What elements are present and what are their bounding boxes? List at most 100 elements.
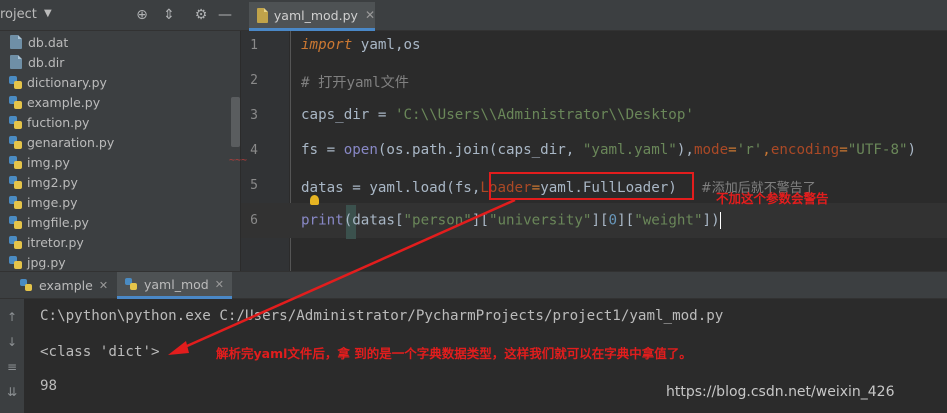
code-token: fs =	[301, 142, 344, 158]
run-tab-bar: example ✕ yaml_mod ✕	[0, 272, 947, 299]
text-caret	[719, 212, 721, 229]
file-item-db-dat[interactable]: db.dat	[8, 32, 68, 52]
locate-target-icon[interactable]: ⊕	[133, 6, 151, 24]
code-editor[interactable]: ~~~ 1 2 3 4 5 6 import yaml,os # 打开yaml文…	[229, 31, 947, 271]
builtin-token: print	[301, 212, 344, 229]
code-token: (os.path.join(caps_dir,	[377, 142, 583, 158]
soft-wrap-icon[interactable]: ≡	[4, 359, 20, 375]
line-number: 5	[250, 178, 258, 193]
file-name: img2.py	[27, 174, 78, 190]
file-item-img2[interactable]: img2.py	[8, 172, 78, 192]
code-token: ][	[591, 212, 609, 229]
tab-label: yaml_mod.py	[273, 7, 358, 23]
file-name: img.py	[27, 154, 70, 170]
line-number: 1	[250, 38, 258, 53]
string-token: "weight"	[634, 212, 703, 229]
code-token: ,	[762, 142, 771, 158]
run-tab-yaml-mod[interactable]: yaml_mod ✕	[117, 272, 232, 299]
collapse-all-icon[interactable]: ⇕	[160, 6, 178, 24]
code-line-1[interactable]: import yaml,os	[301, 37, 421, 53]
file-icon	[10, 35, 22, 49]
line-number: 3	[250, 108, 258, 123]
python-file-icon	[8, 175, 23, 190]
python-file-icon	[8, 155, 23, 170]
line-number: 4	[250, 143, 258, 158]
sidebar-scrollbar[interactable]	[231, 97, 240, 147]
string-token: "university"	[488, 212, 592, 229]
python-file-icon	[20, 279, 33, 292]
param-token: encoding	[770, 142, 840, 158]
code-line-6[interactable]: print(datas["person"]["university"][0]["…	[301, 212, 721, 229]
code-token: =	[839, 142, 848, 158]
close-icon[interactable]: ✕	[99, 279, 108, 292]
file-item-itretor[interactable]: itretor.py	[8, 232, 84, 252]
string-token: 'C:\\Users\\Administrator\\Desktop'	[394, 107, 694, 123]
code-token: ][	[471, 212, 489, 229]
python-file-icon	[8, 75, 23, 90]
file-item-genaration[interactable]: genaration.py	[8, 132, 114, 152]
code-token: =	[369, 107, 395, 123]
keyword-token: import	[301, 37, 353, 53]
run-toolbar: ↑ ↓ ≡ ⇊	[0, 299, 24, 413]
run-tab-label: example	[39, 278, 93, 293]
annotation-note-editor: 不加这个参数会警告	[716, 191, 829, 206]
lightbulb-icon[interactable]	[310, 195, 319, 205]
code-token: (fs,	[446, 180, 481, 196]
code-token: yaml,os	[352, 37, 421, 53]
file-name: db.dir	[28, 54, 65, 70]
hide-panel-icon[interactable]: —	[216, 6, 234, 24]
code-token: ][	[617, 212, 635, 229]
string-token: "yaml.yaml"	[582, 142, 677, 158]
code-line-4[interactable]: fs = open(os.path.join(caps_dir, "yaml.y…	[301, 142, 916, 158]
gear-icon[interactable]: ⚙	[192, 6, 210, 24]
close-icon[interactable]: ✕	[215, 278, 224, 291]
python-file-icon	[8, 195, 23, 210]
param-token: mode	[693, 142, 729, 158]
file-item-img[interactable]: img.py	[8, 152, 70, 172]
code-line-3[interactable]: caps_dir = 'C:\\Users\\Administrator\\De…	[301, 107, 694, 123]
builtin-token: open	[343, 142, 378, 158]
file-name: itretor.py	[27, 234, 84, 250]
editor-tab-bar: yaml_mod.py ✕	[241, 0, 947, 31]
file-item-dictionary[interactable]: dictionary.py	[8, 72, 107, 92]
file-item-fuction[interactable]: fuction.py	[8, 112, 89, 132]
run-tab-label: yaml_mod	[144, 276, 209, 292]
close-icon[interactable]: ✕	[365, 8, 375, 22]
tab-yaml-mod[interactable]: yaml_mod.py ✕	[249, 2, 375, 31]
code-token: (datas[	[343, 212, 404, 229]
string-token: 'r'	[736, 142, 763, 158]
code-line-2[interactable]: # 打开yaml文件	[301, 72, 409, 92]
code-token: caps_dir	[301, 107, 370, 123]
python-file-icon	[8, 135, 23, 150]
console-line: 98	[40, 378, 58, 394]
code-token: ),	[676, 142, 694, 158]
python-file-icon	[8, 215, 23, 230]
file-tree: db.dat db.dir dictionary.py example.py f…	[0, 31, 232, 271]
file-name: db.dat	[28, 34, 69, 50]
arrow-down-icon[interactable]: ↓	[4, 334, 20, 350]
file-name: jpg.py	[27, 254, 66, 270]
file-item-example[interactable]: example.py	[8, 92, 100, 112]
arrow-up-icon[interactable]: ↑	[4, 309, 20, 325]
file-name: genaration.py	[27, 134, 115, 150]
comment-token: # 打开yaml文件	[301, 75, 409, 91]
project-panel: roject ▼ ⊕ ⇕ ⚙ — db.dat db.dir dictionar…	[0, 0, 241, 271]
python-file-icon	[8, 255, 23, 270]
code-token: =	[728, 142, 737, 158]
file-item-imge[interactable]: imge.py	[8, 192, 78, 212]
file-name: fuction.py	[27, 114, 90, 130]
file-item-jpg[interactable]: jpg.py	[8, 252, 66, 271]
python-file-icon	[8, 235, 23, 250]
file-name: example.py	[27, 94, 101, 110]
file-name: imgfile.py	[27, 214, 89, 230]
chevron-down-icon[interactable]: ▼	[44, 8, 52, 19]
file-item-db-dir[interactable]: db.dir	[8, 52, 64, 72]
string-token: "UTF-8"	[847, 142, 908, 158]
code-token: )	[907, 142, 917, 158]
file-item-imgfile[interactable]: imgfile.py	[8, 212, 89, 232]
line-number: 2	[250, 73, 258, 88]
project-title[interactable]: roject	[0, 7, 37, 22]
scroll-to-end-icon[interactable]: ⇊	[4, 384, 20, 400]
python-file-icon	[8, 95, 23, 110]
run-tab-example[interactable]: example ✕	[12, 272, 112, 299]
